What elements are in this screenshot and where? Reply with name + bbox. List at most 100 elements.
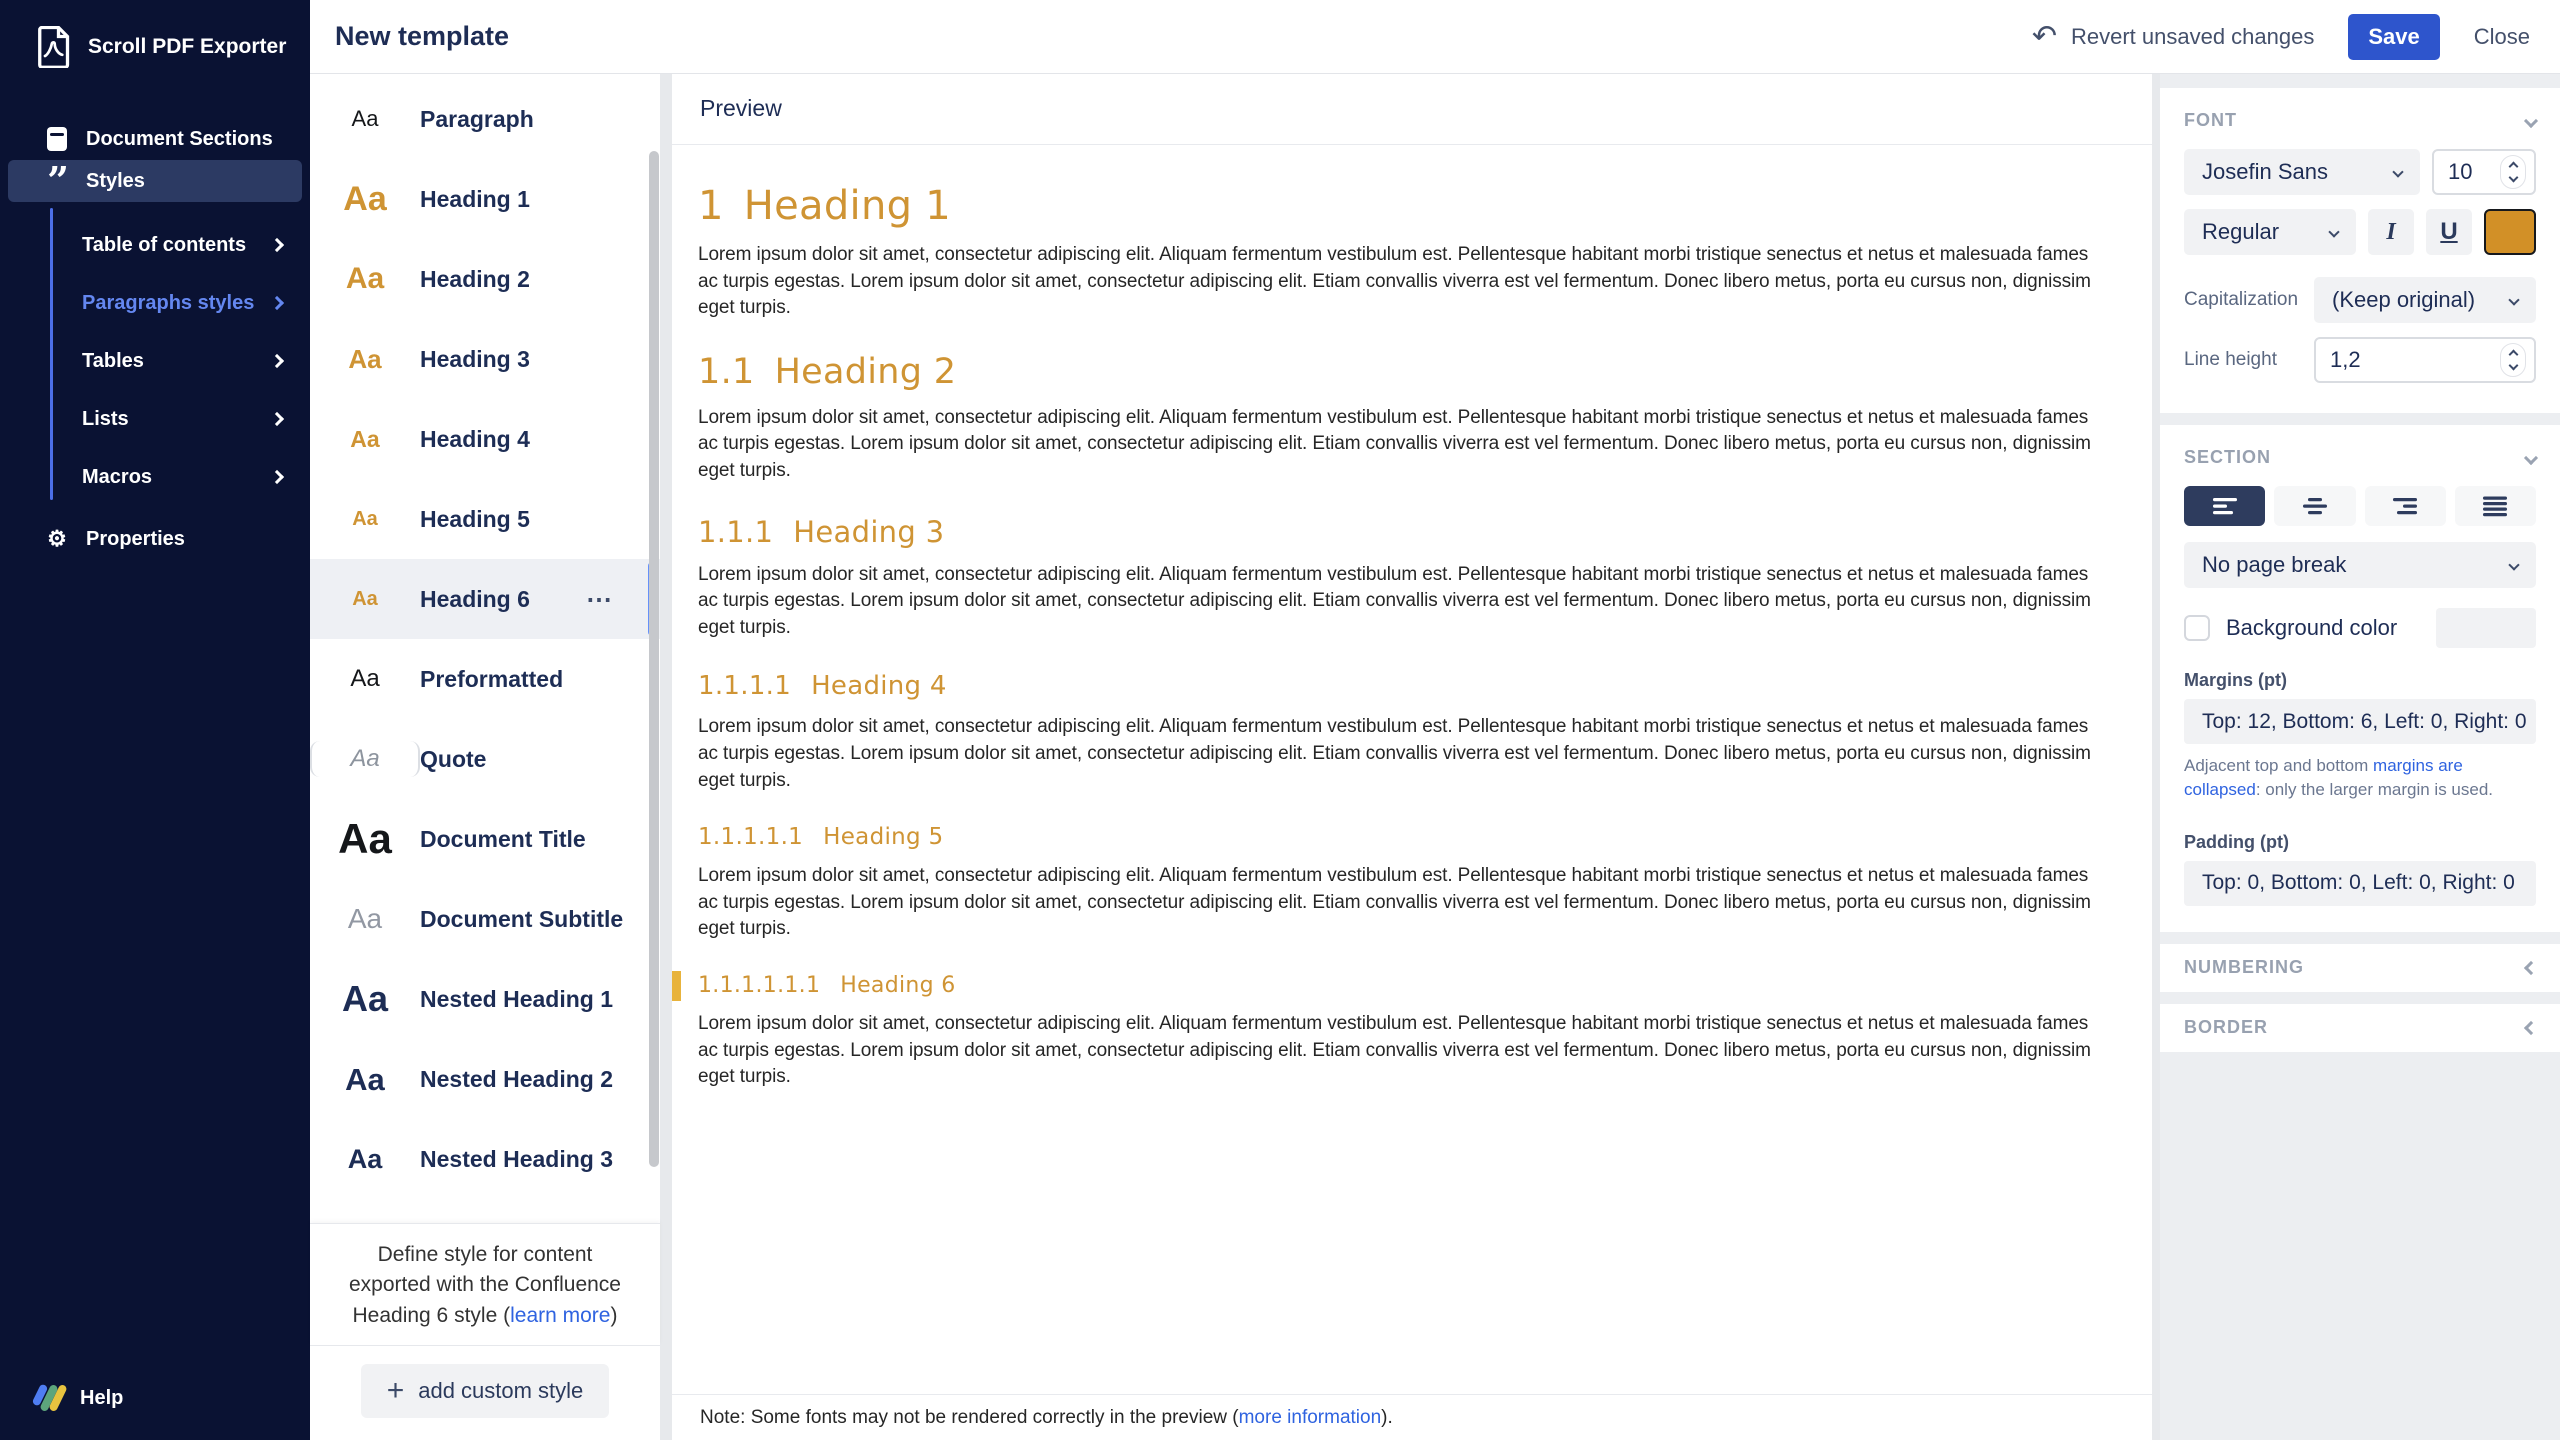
- border-title: BORDER: [2184, 1017, 2268, 1038]
- stepper-up-icon[interactable]: [2508, 162, 2518, 172]
- style-sample: Aa: [310, 182, 420, 216]
- capitalization-label: Capitalization: [2184, 289, 2302, 311]
- sidebar-item-document-sections[interactable]: Document Sections: [8, 118, 302, 160]
- style-item-heading-1[interactable]: AaHeading 1: [310, 159, 660, 239]
- style-item-document-subtitle[interactable]: AaDocument Subtitle: [310, 879, 660, 959]
- style-item-heading-5[interactable]: AaHeading 5: [310, 479, 660, 559]
- font-size-stepper[interactable]: [2500, 155, 2526, 189]
- underline-button[interactable]: U: [2426, 209, 2472, 255]
- app-title: Scroll PDF Exporter: [88, 35, 286, 59]
- font-section: FONT Josefin Sans Regular: [2160, 88, 2560, 413]
- collapse-font-chevron-icon[interactable]: [2524, 113, 2538, 127]
- style-label: Heading 4: [420, 426, 530, 453]
- padding-field[interactable]: Top: 0, Bottom: 0, Left: 0, Right: 0: [2184, 861, 2536, 906]
- heading-text: Heading 4: [811, 671, 947, 701]
- chevron-right-icon: [270, 296, 284, 310]
- preview-heading-5: 1.1.1.1.1Heading 5: [698, 824, 2112, 850]
- style-item-heading-2[interactable]: AaHeading 2: [310, 239, 660, 319]
- chevron-down-icon: [2508, 559, 2519, 570]
- more-options-button[interactable]: ⋯: [586, 584, 614, 615]
- stepper-up-icon[interactable]: [2508, 350, 2518, 360]
- help-button[interactable]: Help: [36, 1384, 123, 1412]
- style-label: Heading 1: [420, 186, 530, 213]
- style-item-paragraph[interactable]: AaParagraph: [310, 79, 660, 159]
- align-center-button[interactable]: [2274, 486, 2355, 526]
- font-size-value[interactable]: [2448, 159, 2500, 185]
- preview-paragraph: Lorem ipsum dolor sit amet, consectetur …: [698, 562, 2112, 642]
- border-section-header[interactable]: BORDER: [2160, 1004, 2560, 1052]
- sidebar-item-styles[interactable]: ” Styles: [8, 160, 302, 202]
- sidebar-item-label: Styles: [86, 170, 145, 193]
- style-item-document-title[interactable]: AaDocument Title: [310, 799, 660, 879]
- style-item-nested-heading-2[interactable]: AaNested Heading 2: [310, 1039, 660, 1119]
- selected-style-marker: [672, 971, 681, 1001]
- margins-label: Margins (pt): [2184, 670, 2536, 691]
- gear-icon: ⚙: [44, 526, 70, 552]
- preview-header: Preview: [672, 73, 2152, 145]
- preview-paragraph: Lorem ipsum dolor sit amet, consectetur …: [698, 714, 2112, 794]
- sidebar-subitem-paragraphs-styles[interactable]: Paragraphs styles: [0, 274, 310, 332]
- align-left-button[interactable]: [2184, 486, 2265, 526]
- numbering-section-header[interactable]: NUMBERING: [2160, 944, 2560, 992]
- sidebar-subitem-tables[interactable]: Tables: [0, 332, 310, 390]
- preview-paragraph: Lorem ipsum dolor sit amet, consectetur …: [698, 242, 2112, 322]
- chevron-right-icon: [270, 412, 284, 426]
- subitem-label: Lists: [82, 408, 272, 431]
- sidebar-subitem-table-of-contents[interactable]: Table of contents: [0, 216, 310, 274]
- heading-number: 1.1.1: [698, 515, 773, 549]
- style-item-nested-heading-3[interactable]: AaNested Heading 3: [310, 1119, 660, 1199]
- margins-field[interactable]: Top: 12, Bottom: 6, Left: 0, Right: 0: [2184, 699, 2536, 744]
- subitem-label: Macros: [82, 466, 272, 489]
- styles-list: AaParagraphAaHeading 1AaHeading 2AaHeadi…: [310, 73, 660, 1223]
- styles-scrollbar[interactable]: [649, 151, 659, 1244]
- background-color-swatch: [2436, 608, 2536, 648]
- chevron-down-icon: [2508, 294, 2519, 305]
- align-right-button[interactable]: [2365, 486, 2446, 526]
- sidebar-item-label: Properties: [86, 528, 185, 551]
- stepper-down-icon[interactable]: [2508, 361, 2518, 371]
- font-weight-select[interactable]: Regular: [2184, 209, 2356, 255]
- sidebar-item-properties[interactable]: ⚙ Properties: [8, 518, 302, 560]
- style-label: Heading 6: [420, 586, 530, 613]
- heading-number: 1: [698, 183, 724, 229]
- scrollbar-thumb[interactable]: [649, 151, 659, 1167]
- style-item-heading-3[interactable]: AaHeading 3: [310, 319, 660, 399]
- font-family-select[interactable]: Josefin Sans: [2184, 149, 2420, 195]
- background-color-checkbox[interactable]: [2184, 615, 2210, 641]
- more-information-link[interactable]: more information: [1239, 1407, 1382, 1429]
- style-item-heading-4[interactable]: AaHeading 4: [310, 399, 660, 479]
- style-item-quote[interactable]: AaQuote: [310, 719, 660, 799]
- sidebar-subitem-lists[interactable]: Lists: [0, 390, 310, 448]
- add-custom-style-button[interactable]: + add custom style: [361, 1364, 610, 1418]
- style-sample: Aa: [310, 428, 420, 451]
- style-item-heading-6[interactable]: AaHeading 6⋯: [310, 559, 660, 639]
- alignment-buttons: [2184, 486, 2536, 526]
- learn-more-link[interactable]: learn more: [510, 1304, 610, 1327]
- style-sample: Aa: [310, 108, 420, 130]
- style-item-nested-heading-1[interactable]: AaNested Heading 1: [310, 959, 660, 1039]
- style-item-nested-heading-4[interactable]: AaNested Heading 4: [310, 1199, 660, 1223]
- style-item-preformatted[interactable]: AaPreformatted: [310, 639, 660, 719]
- font-color-swatch[interactable]: [2484, 209, 2536, 255]
- capitalization-select[interactable]: (Keep original): [2314, 277, 2536, 323]
- heading-number: 1.1.1.1.1.1: [698, 973, 820, 998]
- italic-button[interactable]: I: [2368, 209, 2414, 255]
- undo-icon: ↶: [2032, 22, 2057, 52]
- sidebar-nav: Document Sections ” Styles Table of cont…: [0, 118, 310, 560]
- save-button[interactable]: Save: [2348, 14, 2439, 60]
- style-label: Document Title: [420, 826, 586, 853]
- line-height-value[interactable]: [2330, 347, 2382, 373]
- numbering-title: NUMBERING: [2184, 957, 2304, 978]
- stepper-down-icon[interactable]: [2508, 173, 2518, 183]
- page-break-select[interactable]: No page break: [2184, 542, 2536, 588]
- font-size-input[interactable]: [2432, 149, 2536, 195]
- heading-text: Heading 5: [823, 824, 943, 850]
- revert-unsaved-changes-button[interactable]: ↶ Revert unsaved changes: [2032, 22, 2315, 52]
- sidebar-subitem-macros[interactable]: Macros: [0, 448, 310, 506]
- align-justify-button[interactable]: [2455, 486, 2536, 526]
- line-height-input[interactable]: [2314, 337, 2536, 383]
- close-button[interactable]: Close: [2474, 24, 2530, 50]
- line-height-stepper[interactable]: [2500, 343, 2526, 377]
- chevron-left-icon: [2524, 961, 2538, 975]
- collapse-section-chevron-icon[interactable]: [2524, 450, 2538, 464]
